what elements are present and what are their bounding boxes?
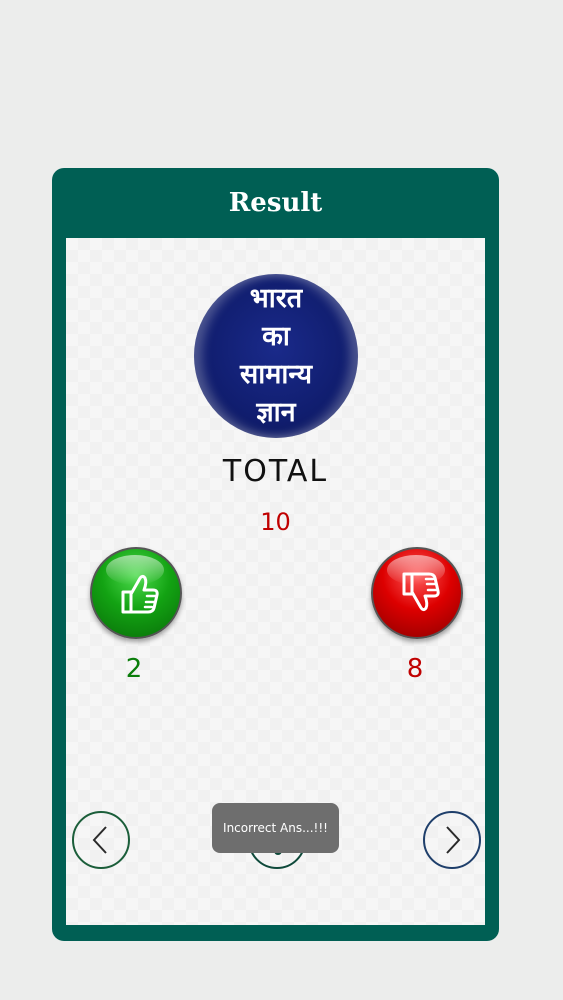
logo-line-2: का [262, 321, 290, 352]
chevron-left-icon [92, 826, 107, 854]
toast-message: Incorrect Ans...!!! [212, 803, 339, 853]
total-label: TOTAL [222, 454, 329, 489]
next-button[interactable] [423, 811, 481, 869]
app-logo: भारत का सामान्य ज्ञान [194, 274, 358, 438]
correct-count: 2 [125, 654, 143, 684]
total-value: 10 [260, 508, 291, 536]
incorrect-count: 8 [406, 654, 424, 684]
chevron-right-icon [446, 826, 461, 854]
logo-line-1: भारत [249, 283, 303, 314]
logo-line-4: ज्ञान [256, 397, 296, 428]
thumbs-up-icon [90, 547, 182, 639]
result-title: Result [228, 188, 323, 218]
previous-button[interactable] [72, 811, 130, 869]
thumbs-down-icon [371, 547, 463, 639]
logo-line-3: सामान्य [239, 359, 312, 390]
